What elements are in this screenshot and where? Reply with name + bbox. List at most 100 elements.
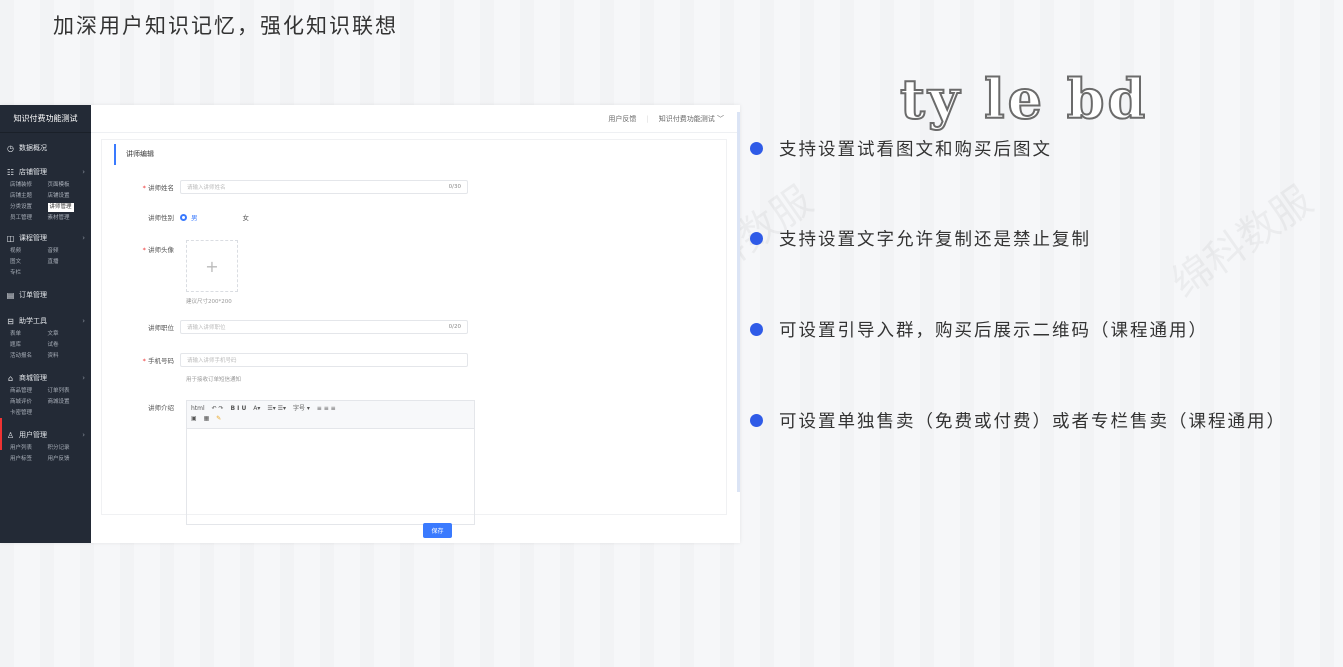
brand-title: 知识付费功能测试	[0, 105, 91, 133]
order-icon: ▤	[6, 290, 15, 300]
bullet-icon	[750, 323, 763, 336]
form-row-name: * 讲师姓名 请输入讲师姓名 0/30	[102, 180, 468, 194]
sidebar-subitem[interactable]: 用户列表	[10, 444, 48, 453]
form-title: 讲师编辑	[114, 144, 726, 165]
sidebar-subitem-active[interactable]: 讲师管理	[47, 203, 74, 212]
sidebar-subitem[interactable]: 用户反馈	[48, 455, 86, 464]
topbar: 用户反馈 | 知识付费功能测试 ﹀	[91, 105, 740, 133]
sidebar-subitem[interactable]: 员工管理	[10, 214, 48, 223]
sidebar-subitem[interactable]: 用户标签	[10, 455, 48, 464]
file-icon[interactable]: ▦	[204, 415, 210, 422]
sidebar-subitem[interactable]: 题库	[10, 341, 48, 350]
bag-icon: ⌂	[7, 373, 14, 383]
save-button[interactable]: 保存	[423, 523, 452, 538]
char-count: 0/30	[448, 184, 461, 190]
form-row-gender: 讲师性别 男 女	[148, 212, 249, 222]
app-screenshot: 知识付费功能测试 ◷ 数据概况 ☷ 店铺管理 › 店铺装修 页面模板 店铺主题 …	[0, 105, 740, 543]
sidebar-subitem[interactable]: 商城评价	[10, 398, 48, 407]
bullet-icon	[750, 414, 763, 427]
sidebar-item-overview[interactable]: ◷ 数据概况	[6, 139, 85, 157]
name-input[interactable]: 请输入讲师姓名 0/30	[180, 180, 468, 194]
chevron-right-icon: ›	[82, 374, 85, 382]
sidebar-item-store[interactable]: ☷ 店铺管理 ›	[6, 163, 85, 181]
logo-text: ty le bd	[899, 67, 1149, 131]
sidebar-item-course[interactable]: ◫ 课程管理 ›	[6, 229, 85, 247]
sidebar-subitem[interactable]: 资料	[48, 352, 86, 361]
feature-item: 支持设置试看图文和购买后图文	[750, 136, 1052, 161]
sidebar-subitem[interactable]: 专栏	[10, 269, 48, 278]
sidebar-subitem[interactable]: 商品管理	[10, 387, 48, 396]
sidebar-subitem[interactable]: 卡密管理	[10, 409, 48, 418]
sidebar-subitem[interactable]: 试卷	[48, 341, 86, 350]
plus-icon: +	[205, 256, 219, 276]
chevron-right-icon: ›	[82, 431, 85, 439]
phone-input[interactable]: 请输入讲师手机号码	[180, 353, 468, 367]
avatar-hint: 建议尺寸200*200	[186, 299, 232, 305]
sidebar-item-users[interactable]: ♙ 用户管理 ›	[6, 426, 85, 444]
sidebar-item-orders[interactable]: ▤ 订单管理	[6, 286, 85, 304]
sidebar-subitem[interactable]: 店铺主题	[10, 192, 48, 201]
sidebar-section-tools: ⊟ 助学工具 › 表单 文章 题库 试卷 活动报名 资料	[0, 312, 91, 361]
clear-format-icon[interactable]: ✎	[216, 415, 221, 422]
align-buttons[interactable]: ≡ ≡ ≡	[317, 405, 336, 412]
sidebar-subitem[interactable]: 页面模板	[48, 181, 86, 190]
scrollbar[interactable]	[737, 112, 740, 492]
sidebar-subitem[interactable]: 视频	[10, 247, 48, 256]
toolbox-icon: ⊟	[7, 316, 14, 326]
feature-item: 支持设置文字允许复制还是禁止复制	[750, 226, 1091, 251]
sidebar-section-mall: ⌂ 商城管理 › 商品管理 订单列表 商城评价 商城设置 卡密管理	[0, 369, 91, 418]
position-input[interactable]: 请输入讲师职位 0/20	[180, 320, 468, 334]
sidebar-subitem[interactable]: 订单列表	[48, 387, 86, 396]
sidebar-subitem[interactable]: 表单	[10, 330, 48, 339]
undo-redo-buttons[interactable]: ↶ ↷	[212, 405, 224, 412]
page-headline: 加深用户知识记忆，强化知识联想	[53, 14, 398, 38]
store-icon: ☷	[6, 167, 15, 177]
sidebar-marker	[0, 418, 2, 450]
feature-item: 可设置引导入群，购买后展示二维码（课程通用）	[750, 317, 1208, 342]
sidebar-subitem[interactable]: 音频	[48, 247, 86, 256]
chevron-right-icon: ›	[82, 234, 85, 242]
bullet-icon	[750, 232, 763, 245]
form-row-avatar: * 讲师头像	[142, 246, 174, 254]
sidebar-item-tools[interactable]: ⊟ 助学工具 ›	[6, 312, 85, 330]
watermark: 绵科数服	[1158, 169, 1322, 308]
sidebar-subitem[interactable]: 店铺设置	[48, 192, 86, 201]
sidebar-subitem[interactable]: 图文	[10, 258, 48, 267]
format-buttons[interactable]: B I U	[230, 405, 246, 412]
sidebar-subitem[interactable]: 店铺装修	[10, 181, 48, 190]
form-row-intro: 讲师介绍	[148, 404, 174, 412]
image-icon[interactable]: ▣	[191, 415, 197, 422]
bullet-icon	[750, 142, 763, 155]
font-size-select[interactable]: 字号 ▾	[293, 405, 310, 412]
rich-text-editor[interactable]: html ↶ ↷ B I U A▾ ☰▾ ☰▾ 字号 ▾ ≡ ≡ ≡ ▣ ▦ ✎	[186, 400, 475, 525]
sidebar-subitem[interactable]: 活动报名	[10, 352, 48, 361]
chevron-right-icon: ›	[82, 168, 85, 176]
sidebar-section-course: ◫ 课程管理 › 视频 音频 图文 直播 专栏	[0, 229, 91, 278]
form-row-position: 讲师职位 请输入讲师职位 0/20	[102, 320, 468, 334]
form-row-phone: * 手机号码 请输入讲师手机号码	[102, 353, 468, 367]
sidebar-section-store: ☷ 店铺管理 › 店铺装修 页面模板 店铺主题 店铺设置 分类设置 讲师管理 员…	[0, 163, 91, 223]
feedback-link[interactable]: 用户反馈	[608, 114, 636, 124]
sidebar-subitem[interactable]: 商城设置	[48, 398, 86, 407]
form-panel: 讲师编辑 * 讲师姓名 请输入讲师姓名 0/30 讲师性别 男 女 * 讲师头像…	[101, 139, 727, 525]
account-menu[interactable]: 知识付费功能测试 ﹀	[659, 114, 724, 124]
sidebar-section-overview: ◷ 数据概况	[0, 139, 91, 157]
chevron-right-icon: ›	[82, 317, 85, 325]
sidebar-subitem[interactable]: 直播	[48, 258, 86, 267]
topbar-divider: |	[646, 114, 649, 123]
sidebar-subitem[interactable]: 素材管理	[48, 214, 86, 223]
list-buttons[interactable]: ☰▾ ☰▾	[267, 405, 286, 412]
phone-hint: 用于接收订单短信通知	[186, 377, 242, 383]
html-source-button[interactable]: html	[191, 405, 205, 412]
char-count: 0/20	[448, 324, 461, 330]
gender-female-radio[interactable]: 女	[231, 212, 249, 222]
sidebar-subitem[interactable]: 分类设置	[10, 203, 48, 212]
avatar-uploader[interactable]: +	[186, 240, 238, 292]
clock-icon: ◷	[7, 143, 14, 153]
book-icon: ◫	[6, 233, 15, 243]
sidebar-item-mall[interactable]: ⌂ 商城管理 ›	[6, 369, 85, 387]
sidebar-subitem[interactable]: 积分记录	[48, 444, 86, 453]
font-color-button[interactable]: A▾	[253, 405, 260, 412]
gender-male-radio[interactable]: 男	[180, 212, 198, 222]
sidebar-subitem[interactable]: 文章	[48, 330, 86, 339]
